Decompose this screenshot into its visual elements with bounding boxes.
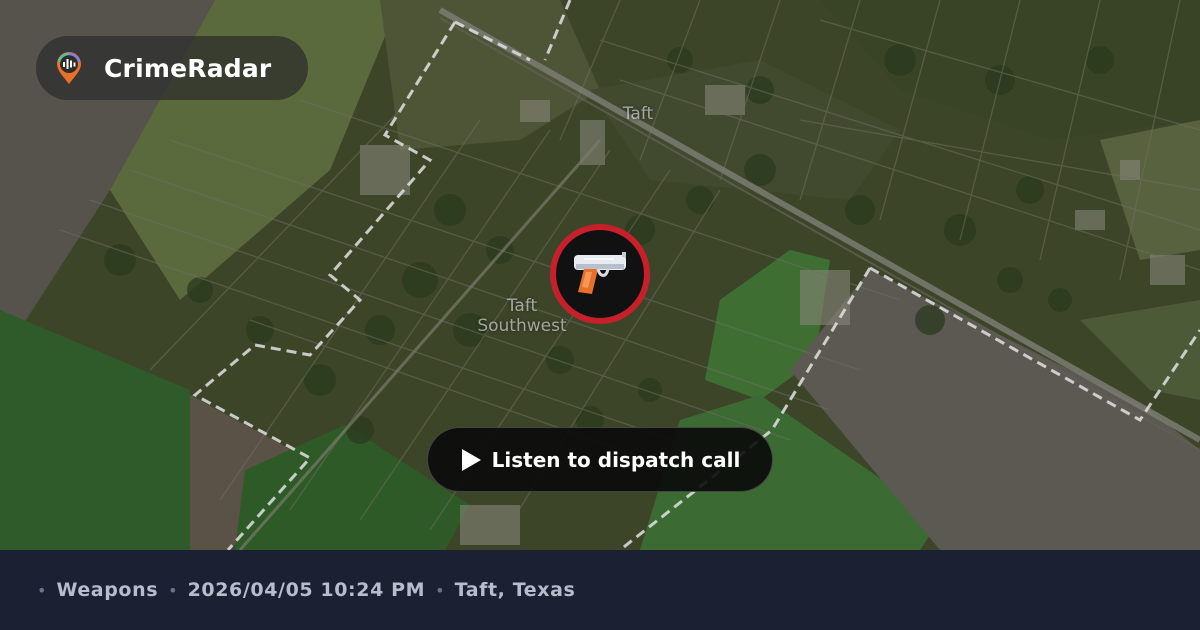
map-label-taft: Taft xyxy=(622,104,654,124)
incident-marker[interactable] xyxy=(548,222,652,326)
incident-category: Weapons xyxy=(56,579,159,601)
play-icon xyxy=(460,448,482,472)
bullet-separator: • xyxy=(168,580,178,600)
incident-footer: • Weapons • 2026/04/05 10:24 PM • Taft, … xyxy=(0,550,1200,630)
brand-name: CrimeRadar xyxy=(104,53,272,83)
incident-datetime: 2026/04/05 10:24 PM xyxy=(187,579,426,601)
incident-location: Taft, Texas xyxy=(454,579,576,601)
radar-pin-icon xyxy=(54,51,84,85)
brand-pill[interactable]: CrimeRadar xyxy=(36,36,308,100)
listen-dispatch-button[interactable]: Listen to dispatch call xyxy=(427,427,773,492)
bullet-separator: • xyxy=(435,580,445,600)
listen-dispatch-label: Listen to dispatch call xyxy=(491,447,741,472)
bullet-separator: • xyxy=(37,580,47,600)
